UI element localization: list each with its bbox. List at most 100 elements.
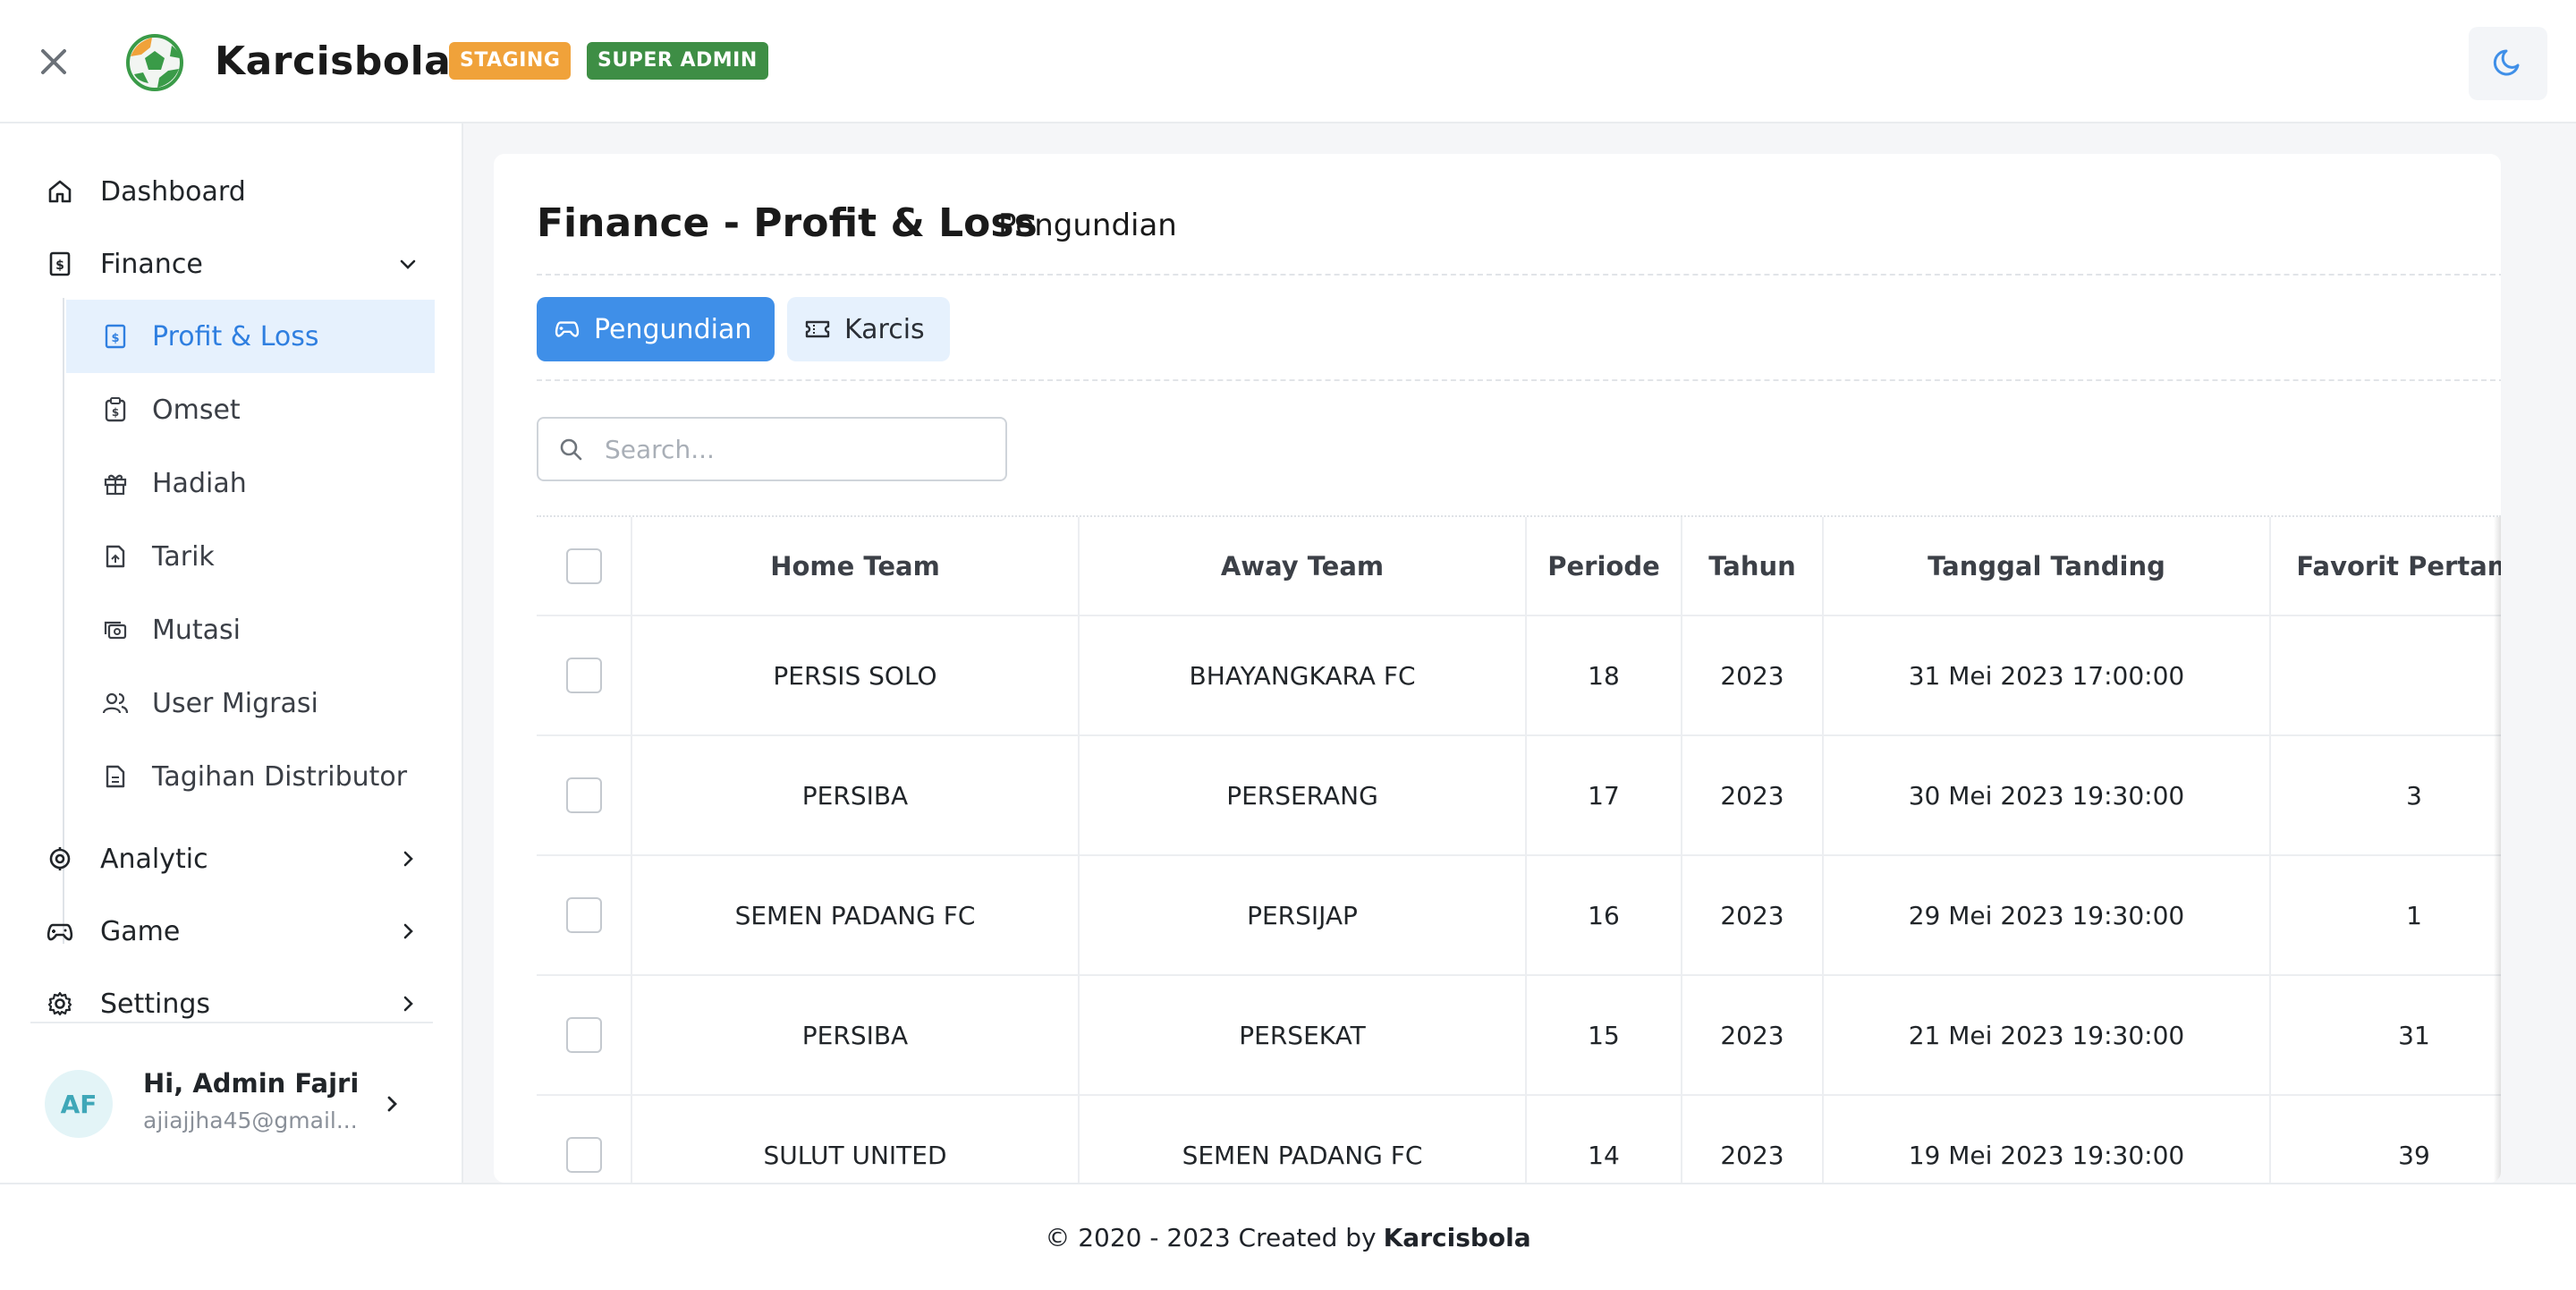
row-checkbox[interactable] — [565, 658, 602, 693]
chevron-right-icon — [395, 846, 420, 871]
sidebar-item-hadiah[interactable]: Hadiah — [66, 446, 435, 520]
sidebar-subitem-label: Omset — [152, 394, 241, 426]
table-cell: 18 — [1526, 615, 1682, 736]
data-table: Home Team Away Team Periode Tahun Tangga… — [537, 517, 2501, 1183]
dark-mode-toggle-button[interactable] — [2469, 27, 2547, 100]
search-icon — [556, 435, 585, 463]
column-header[interactable]: Periode — [1526, 517, 1682, 616]
sidebar: Dashboard $ Finance $ Profit & Loss $ Om… — [0, 123, 463, 1183]
sidebar-item-label: Analytic — [100, 843, 208, 875]
data-table-container: Home Team Away Team Periode Tahun Tangga… — [537, 515, 2501, 1183]
table-row[interactable]: PERSIS SOLO BHAYANGKARA FC 18 2023 31 Me… — [537, 615, 2501, 736]
table-cell: 15 — [1526, 975, 1682, 1096]
gear-icon — [45, 989, 75, 1019]
tab-karcis[interactable]: Karcis — [787, 297, 950, 361]
column-header[interactable]: Tahun — [1682, 517, 1824, 616]
table-cell: 2023 — [1682, 735, 1824, 856]
transfer-icon — [102, 616, 129, 643]
karcisbola-logo-icon — [125, 33, 184, 92]
tab-label: Karcis — [844, 313, 925, 345]
sidebar-item-label: Finance — [100, 248, 203, 280]
moon-icon — [2491, 45, 2525, 82]
row-checkbox[interactable] — [565, 897, 602, 933]
divider — [537, 379, 2501, 381]
row-select-cell — [537, 975, 632, 1096]
sidebar-item-omset[interactable]: $ Omset — [66, 373, 435, 446]
home-icon — [45, 176, 75, 207]
search-field — [537, 417, 1007, 481]
sidebar-subitem-label: Mutasi — [152, 614, 242, 646]
user-profile-menu[interactable]: AF Hi, Admin Fajri ajiajjha45@gmail... — [45, 1063, 420, 1145]
chevron-down-icon — [395, 251, 420, 276]
select-all-checkbox[interactable] — [565, 547, 602, 584]
sidebar-item-analytic[interactable]: Analytic — [45, 832, 420, 886]
table-row[interactable]: SULUT UNITED SEMEN PADANG FC 14 2023 19 … — [537, 1095, 2501, 1183]
sidebar-subitem-label: User Migrasi — [152, 687, 318, 719]
top-header: Karcisbola STAGING SUPER ADMIN — [0, 0, 2576, 123]
sidebar-item-finance[interactable]: $ Finance — [45, 237, 420, 291]
row-select-cell — [537, 1095, 632, 1183]
sidebar-item-tarik[interactable]: Tarik — [66, 520, 435, 593]
table-cell: 1 — [2270, 855, 2501, 976]
table-row[interactable]: SEMEN PADANG FC PERSIJAP 16 2023 29 Mei … — [537, 855, 2501, 976]
table-cell: 19 Mei 2023 19:30:00 — [1823, 1095, 2271, 1183]
sidebar-item-dashboard[interactable]: Dashboard — [45, 165, 420, 218]
sidebar-item-mutasi[interactable]: Mutasi — [66, 593, 435, 666]
super-admin-badge: SUPER ADMIN — [587, 42, 768, 80]
table-cell: 21 Mei 2023 19:30:00 — [1823, 975, 2271, 1096]
table-cell: 3 — [2270, 735, 2501, 856]
chevron-right-icon — [379, 1091, 404, 1116]
table-cell: 39 — [2270, 1095, 2501, 1183]
sidebar-item-profit-loss[interactable]: $ Profit & Loss — [66, 300, 435, 373]
select-all-cell — [537, 517, 632, 616]
table-header-row: Home Team Away Team Periode Tahun Tangga… — [537, 517, 2501, 616]
sidebar-item-tagihan-distributor[interactable]: Tagihan Distributor — [66, 740, 435, 813]
table-cell: 14 — [1526, 1095, 1682, 1183]
sidebar-item-label: Dashboard — [100, 175, 246, 208]
table-row[interactable]: PERSIBA PERSERANG 17 2023 30 Mei 2023 19… — [537, 735, 2501, 856]
column-header[interactable]: Home Team — [631, 517, 1080, 616]
row-checkbox[interactable] — [565, 777, 602, 813]
column-header[interactable]: Tanggal Tanding — [1823, 517, 2271, 616]
page-title: Finance - Profit & Loss — [537, 200, 1038, 246]
table-cell: PERSIS SOLO — [631, 615, 1080, 736]
sidebar-item-game[interactable]: Game — [45, 904, 420, 958]
table-cell: 2023 — [1682, 975, 1824, 1096]
close-icon[interactable] — [32, 40, 75, 83]
table-cell: SEMEN PADANG FC — [1079, 1095, 1527, 1183]
tab-pengundian[interactable]: Pengundian — [537, 297, 775, 361]
sidebar-subitem-label: Tarik — [152, 540, 215, 573]
clipboard-icon: $ — [102, 396, 129, 423]
sidebar-item-user-migrasi[interactable]: User Migrasi — [66, 666, 435, 740]
sidebar-subitem-label: Tagihan Distributor — [152, 760, 408, 793]
table-cell — [2270, 615, 2501, 736]
column-header[interactable]: Away Team — [1079, 517, 1527, 616]
sidebar-subitem-label: Profit & Loss — [152, 320, 319, 352]
table-cell: PERSERANG — [1079, 735, 1527, 856]
search-input[interactable] — [605, 434, 980, 464]
table-cell: BHAYANGKARA FC — [1079, 615, 1527, 736]
user-greeting: Hi, Admin Fajri — [143, 1068, 360, 1099]
footer: © 2020 - 2023 Created by Karcisbola — [0, 1183, 2576, 1290]
main-card: Finance - Profit & Loss Pengundian Pengu… — [494, 154, 2501, 1183]
table-row[interactable]: PERSIBA PERSEKAT 15 2023 21 Mei 2023 19:… — [537, 975, 2501, 1096]
table-cell: 17 — [1526, 735, 1682, 856]
row-select-cell — [537, 735, 632, 856]
divider — [537, 274, 2501, 276]
users-icon — [102, 690, 129, 717]
sidebar-divider — [30, 1022, 433, 1023]
chevron-right-icon — [395, 919, 420, 944]
document-icon — [102, 763, 129, 790]
column-header[interactable]: Favorit Pertama — [2270, 517, 2501, 616]
page-subtitle: Pengundian — [998, 208, 1177, 243]
brand-name: Karcisbola — [215, 38, 452, 84]
gift-icon — [102, 470, 129, 496]
row-checkbox[interactable] — [565, 1137, 602, 1173]
footer-text: © 2020 - 2023 Created by — [1045, 1222, 1377, 1252]
table-cell: 2023 — [1682, 615, 1824, 736]
row-select-cell — [537, 855, 632, 976]
sidebar-item-label: Settings — [100, 988, 211, 1020]
table-cell: 2023 — [1682, 1095, 1824, 1183]
table-cell: 31 — [2270, 975, 2501, 1096]
row-checkbox[interactable] — [565, 1017, 602, 1053]
